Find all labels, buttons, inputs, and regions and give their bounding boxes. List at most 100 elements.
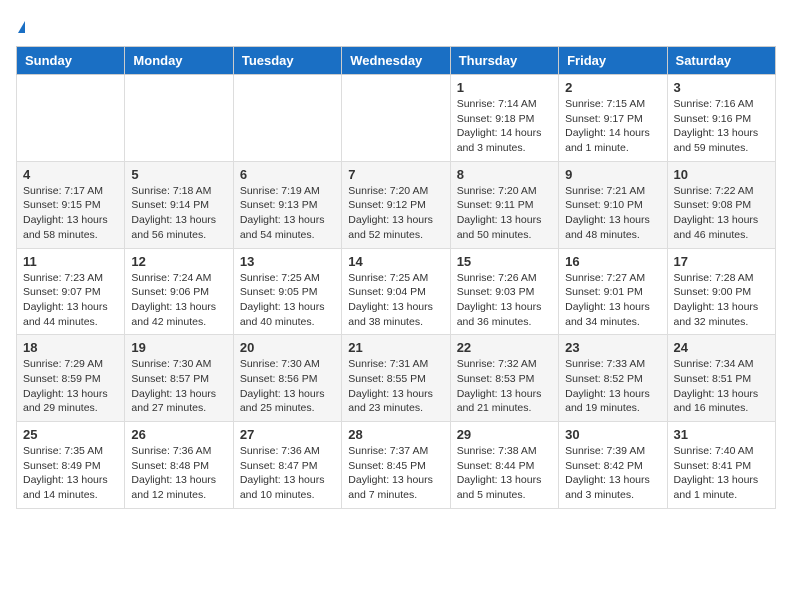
day-info: Sunrise: 7:36 AM Sunset: 8:48 PM Dayligh… <box>131 444 226 503</box>
day-number: 5 <box>131 167 226 182</box>
calendar-cell: 31Sunrise: 7:40 AM Sunset: 8:41 PM Dayli… <box>667 422 775 509</box>
day-number: 19 <box>131 340 226 355</box>
day-number: 2 <box>565 80 660 95</box>
day-number: 16 <box>565 254 660 269</box>
day-number: 11 <box>23 254 118 269</box>
calendar-cell: 12 Sunrise: 7:24 AM Sunset: 9:06 PM Dayli… <box>125 248 233 335</box>
day-info: Sunrise: 7:30 AM Sunset: 8:56 PM Dayligh… <box>240 357 335 416</box>
calendar-cell: 20 Sunrise: 7:30 AM Sunset: 8:56 PM Dayli… <box>233 335 341 422</box>
day-header-tuesday: Tuesday <box>233 47 341 75</box>
day-info: Sunrise: 7:29 AM Sunset: 8:59 PM Dayligh… <box>23 357 118 416</box>
day-info: Sunrise: 7:20 AM Sunset: 9:12 PM Dayligh… <box>348 184 443 243</box>
calendar-cell: 28Sunrise: 7:37 AM Sunset: 8:45 PM Dayli… <box>342 422 450 509</box>
calendar-cell: 30Sunrise: 7:39 AM Sunset: 8:42 PM Dayli… <box>559 422 667 509</box>
day-number: 23 <box>565 340 660 355</box>
day-number: 7 <box>348 167 443 182</box>
day-number: 24 <box>674 340 769 355</box>
logo <box>16 16 25 36</box>
day-number: 15 <box>457 254 552 269</box>
day-info: Sunrise: 7:26 AM Sunset: 9:03 PM Dayligh… <box>457 271 552 330</box>
calendar-cell <box>17 75 125 162</box>
day-info: Sunrise: 7:38 AM Sunset: 8:44 PM Dayligh… <box>457 444 552 503</box>
day-number: 20 <box>240 340 335 355</box>
calendar-cell: 1 Sunrise: 7:14 AM Sunset: 9:18 PM Daylig… <box>450 75 558 162</box>
calendar-cell: 10Sunrise: 7:22 AM Sunset: 9:08 PM Dayli… <box>667 161 775 248</box>
day-info: Sunrise: 7:28 AM Sunset: 9:00 PM Dayligh… <box>674 271 769 330</box>
day-number: 22 <box>457 340 552 355</box>
calendar-cell: 27Sunrise: 7:36 AM Sunset: 8:47 PM Dayli… <box>233 422 341 509</box>
days-header-row: SundayMondayTuesdayWednesdayThursdayFrid… <box>17 47 776 75</box>
calendar-cell: 16 Sunrise: 7:27 AM Sunset: 9:01 PM Dayli… <box>559 248 667 335</box>
calendar-cell: 8Sunrise: 7:20 AM Sunset: 9:11 PM Daylig… <box>450 161 558 248</box>
day-info: Sunrise: 7:23 AM Sunset: 9:07 PM Dayligh… <box>23 271 118 330</box>
day-number: 21 <box>348 340 443 355</box>
day-header-monday: Monday <box>125 47 233 75</box>
week-row-2: 4Sunrise: 7:17 AM Sunset: 9:15 PM Daylig… <box>17 161 776 248</box>
calendar-cell: 24 Sunrise: 7:34 AM Sunset: 8:51 PM Dayli… <box>667 335 775 422</box>
day-number: 12 <box>131 254 226 269</box>
day-header-saturday: Saturday <box>667 47 775 75</box>
day-info: Sunrise: 7:27 AM Sunset: 9:01 PM Dayligh… <box>565 271 660 330</box>
calendar-cell: 5 Sunrise: 7:18 AM Sunset: 9:14 PM Daylig… <box>125 161 233 248</box>
day-info: Sunrise: 7:22 AM Sunset: 9:08 PM Dayligh… <box>674 184 769 243</box>
calendar-cell: 26 Sunrise: 7:36 AM Sunset: 8:48 PM Dayli… <box>125 422 233 509</box>
day-number: 13 <box>240 254 335 269</box>
day-number: 1 <box>457 80 552 95</box>
day-info: Sunrise: 7:16 AM Sunset: 9:16 PM Dayligh… <box>674 97 769 156</box>
day-number: 4 <box>23 167 118 182</box>
logo-top <box>16 16 25 36</box>
day-number: 6 <box>240 167 335 182</box>
day-info: Sunrise: 7:24 AM Sunset: 9:06 PM Dayligh… <box>131 271 226 330</box>
calendar-cell: 2Sunrise: 7:15 AM Sunset: 9:17 PM Daylig… <box>559 75 667 162</box>
calendar-cell: 4Sunrise: 7:17 AM Sunset: 9:15 PM Daylig… <box>17 161 125 248</box>
day-info: Sunrise: 7:40 AM Sunset: 8:41 PM Dayligh… <box>674 444 769 503</box>
day-info: Sunrise: 7:21 AM Sunset: 9:10 PM Dayligh… <box>565 184 660 243</box>
calendar-cell: 14 Sunrise: 7:25 AM Sunset: 9:04 PM Dayli… <box>342 248 450 335</box>
day-info: Sunrise: 7:18 AM Sunset: 9:14 PM Dayligh… <box>131 184 226 243</box>
calendar-cell: 29 Sunrise: 7:38 AM Sunset: 8:44 PM Dayli… <box>450 422 558 509</box>
calendar-cell: 17 Sunrise: 7:28 AM Sunset: 9:00 PM Dayli… <box>667 248 775 335</box>
day-info: Sunrise: 7:37 AM Sunset: 8:45 PM Dayligh… <box>348 444 443 503</box>
day-header-sunday: Sunday <box>17 47 125 75</box>
day-info: Sunrise: 7:35 AM Sunset: 8:49 PM Dayligh… <box>23 444 118 503</box>
day-number: 18 <box>23 340 118 355</box>
calendar-cell: 3 Sunrise: 7:16 AM Sunset: 9:16 PM Daylig… <box>667 75 775 162</box>
day-number: 29 <box>457 427 552 442</box>
calendar-cell: 19 Sunrise: 7:30 AM Sunset: 8:57 PM Dayli… <box>125 335 233 422</box>
day-number: 9 <box>565 167 660 182</box>
calendar-cell: 6 Sunrise: 7:19 AM Sunset: 9:13 PM Daylig… <box>233 161 341 248</box>
day-info: Sunrise: 7:34 AM Sunset: 8:51 PM Dayligh… <box>674 357 769 416</box>
calendar-cell: 11 Sunrise: 7:23 AM Sunset: 9:07 PM Dayli… <box>17 248 125 335</box>
day-number: 14 <box>348 254 443 269</box>
day-number: 3 <box>674 80 769 95</box>
day-info: Sunrise: 7:14 AM Sunset: 9:18 PM Dayligh… <box>457 97 552 156</box>
day-header-wednesday: Wednesday <box>342 47 450 75</box>
day-number: 25 <box>23 427 118 442</box>
week-row-3: 11 Sunrise: 7:23 AM Sunset: 9:07 PM Dayli… <box>17 248 776 335</box>
calendar-cell: 25 Sunrise: 7:35 AM Sunset: 8:49 PM Dayli… <box>17 422 125 509</box>
day-number: 26 <box>131 427 226 442</box>
calendar-cell <box>125 75 233 162</box>
day-number: 27 <box>240 427 335 442</box>
calendar-cell: 21Sunrise: 7:31 AM Sunset: 8:55 PM Dayli… <box>342 335 450 422</box>
day-info: Sunrise: 7:20 AM Sunset: 9:11 PM Dayligh… <box>457 184 552 243</box>
calendar-cell: 13Sunrise: 7:25 AM Sunset: 9:05 PM Dayli… <box>233 248 341 335</box>
week-row-1: 1 Sunrise: 7:14 AM Sunset: 9:18 PM Daylig… <box>17 75 776 162</box>
day-info: Sunrise: 7:19 AM Sunset: 9:13 PM Dayligh… <box>240 184 335 243</box>
calendar-cell: 23 Sunrise: 7:33 AM Sunset: 8:52 PM Dayli… <box>559 335 667 422</box>
calendar-cell: 9 Sunrise: 7:21 AM Sunset: 9:10 PM Daylig… <box>559 161 667 248</box>
day-header-thursday: Thursday <box>450 47 558 75</box>
calendar-cell: 15 Sunrise: 7:26 AM Sunset: 9:03 PM Dayli… <box>450 248 558 335</box>
header <box>16 16 776 36</box>
calendar-cell: 22 Sunrise: 7:32 AM Sunset: 8:53 PM Dayli… <box>450 335 558 422</box>
calendar: SundayMondayTuesdayWednesdayThursdayFrid… <box>16 46 776 509</box>
calendar-cell: 18 Sunrise: 7:29 AM Sunset: 8:59 PM Dayli… <box>17 335 125 422</box>
day-info: Sunrise: 7:33 AM Sunset: 8:52 PM Dayligh… <box>565 357 660 416</box>
day-info: Sunrise: 7:30 AM Sunset: 8:57 PM Dayligh… <box>131 357 226 416</box>
day-info: Sunrise: 7:39 AM Sunset: 8:42 PM Dayligh… <box>565 444 660 503</box>
day-info: Sunrise: 7:32 AM Sunset: 8:53 PM Dayligh… <box>457 357 552 416</box>
day-info: Sunrise: 7:25 AM Sunset: 9:04 PM Dayligh… <box>348 271 443 330</box>
day-number: 17 <box>674 254 769 269</box>
calendar-cell <box>233 75 341 162</box>
calendar-cell: 7 Sunrise: 7:20 AM Sunset: 9:12 PM Daylig… <box>342 161 450 248</box>
